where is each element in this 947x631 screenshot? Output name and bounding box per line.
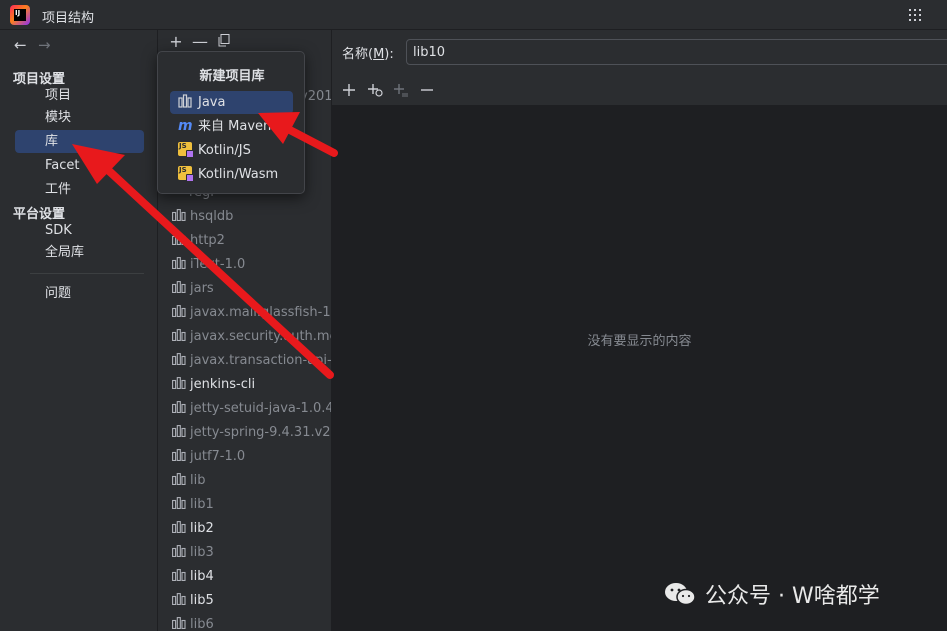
library-icon	[172, 329, 186, 341]
empty-state-message: 没有要显示的内容	[587, 334, 692, 349]
nav-divider	[30, 273, 144, 274]
library-icon	[172, 257, 186, 269]
library-list-item[interactable]: javax.transaction-api-1	[172, 349, 332, 373]
library-details-pane: 名称(M): 没有要显示的内容	[332, 30, 947, 631]
watermark: 公众号 · W啥都学	[662, 578, 880, 609]
library-icon	[172, 569, 186, 581]
library-name: http2	[190, 233, 225, 248]
settings-nav: ← → 项目设置 项目 模块 库 Facet 工件 平台设置 SDK 全局库 问题	[0, 30, 158, 631]
library-name: jutf7-1.0	[190, 449, 246, 464]
library-name: hsqldb	[190, 209, 234, 224]
nav-item-facets[interactable]: Facet	[15, 154, 144, 177]
library-icon	[172, 473, 186, 485]
popup-item-kotlin-js[interactable]: JS Kotlin/JS	[170, 139, 293, 162]
library-name: jetty-spring-9.4.31.v20	[190, 425, 332, 440]
library-icon	[172, 617, 186, 629]
library-list-item[interactable]: lib1	[172, 493, 214, 517]
library-name: javax.transaction-api-1	[190, 353, 332, 368]
library-name: lib6	[190, 617, 214, 631]
library-name: iText-1.0	[190, 257, 246, 272]
intellij-logo-icon: IJ	[10, 5, 30, 25]
library-name: lib	[190, 473, 206, 488]
library-icon	[172, 497, 186, 509]
nav-item-artifacts[interactable]: 工件	[15, 178, 144, 201]
library-list-item[interactable]: hsqldb	[172, 205, 233, 229]
library-icon	[172, 281, 186, 293]
library-name: lib4	[190, 569, 214, 584]
nav-item-sdk[interactable]: SDK	[15, 219, 144, 242]
add-classes-icon[interactable]	[362, 82, 388, 101]
library-name: jetty-setuid-java-1.0.4	[190, 401, 332, 416]
add-library-button[interactable]: +	[164, 32, 188, 51]
title-bar: IJ 项目结构	[0, 0, 947, 30]
library-list-item[interactable]: lib5	[172, 589, 214, 613]
arrow-left-icon[interactable]: ←	[14, 36, 34, 54]
window-menu-icon[interactable]	[909, 9, 921, 21]
library-name: lib2	[190, 521, 214, 536]
copy-icon[interactable]	[212, 32, 236, 51]
watermark-text: 公众号 · W啥都学	[705, 584, 880, 609]
add-root-button[interactable]	[336, 82, 362, 101]
remove-library-button[interactable]: —	[188, 32, 212, 51]
details-toolbar	[336, 82, 440, 102]
window-title: 项目结构	[42, 11, 95, 26]
new-project-library-popup: 新建项目库 Java m 来自 Maven JS Kotlin/JS JS Kotli…	[157, 51, 305, 194]
name-field-label: 名称(M):	[342, 47, 394, 62]
library-icon	[172, 233, 186, 245]
library-list-item[interactable]: http2	[172, 229, 225, 253]
details-header: 名称(M):	[332, 30, 947, 106]
popup-title: 新建项目库	[199, 69, 265, 84]
library-name: javax.mail.glassfish-1.4	[190, 305, 332, 320]
nav-item-libraries[interactable]: 库	[15, 130, 144, 153]
library-list-item[interactable]: lib	[172, 469, 205, 493]
library-name: javax.security.auth.me	[190, 329, 332, 344]
library-icon	[172, 377, 186, 389]
library-list-item[interactable]: lib6	[172, 613, 214, 631]
library-list-item[interactable]: javax.security.auth.me	[172, 325, 332, 349]
library-list-item[interactable]: lib3	[172, 541, 214, 565]
remove-root-button[interactable]	[414, 82, 440, 101]
library-icon	[172, 521, 186, 533]
nav-item-project[interactable]: 项目	[15, 84, 144, 107]
popup-item-java[interactable]: Java	[170, 91, 293, 114]
add-excluded-icon[interactable]	[388, 82, 414, 101]
library-name: jars	[190, 281, 214, 296]
library-list-item[interactable]: jetty-setuid-java-1.0.4	[172, 397, 332, 421]
library-name: lib1	[190, 497, 214, 512]
arrow-right-icon[interactable]: →	[38, 36, 58, 54]
library-icon	[172, 353, 186, 365]
library-list-item[interactable]: iText-1.0	[172, 253, 245, 277]
library-list-item[interactable]: jenkins-cli	[172, 373, 255, 397]
libraries-toolbar: + —	[164, 32, 236, 51]
library-name: lib5	[190, 593, 214, 608]
kotlin-wasm-icon: JS	[178, 166, 194, 182]
nav-item-problems[interactable]: 问题	[15, 282, 144, 305]
library-icon	[172, 305, 186, 317]
library-icon	[172, 593, 186, 605]
library-icon	[172, 209, 186, 221]
library-icon	[178, 94, 192, 108]
popup-item-maven[interactable]: m 来自 Maven	[170, 115, 293, 138]
wechat-icon	[665, 583, 696, 606]
library-icon	[172, 449, 186, 461]
library-list-item[interactable]: lib4	[172, 565, 214, 589]
maven-icon: m	[178, 118, 193, 134]
library-list-item[interactable]: jutf7-1.0	[172, 445, 245, 469]
library-list-item[interactable]: jetty-spring-9.4.31.v20	[172, 421, 332, 445]
popup-item-kotlin-wasm[interactable]: JS Kotlin/Wasm	[170, 163, 293, 186]
library-icon	[172, 545, 186, 557]
library-list-item[interactable]: jars	[172, 277, 214, 301]
library-name: lib3	[190, 545, 214, 560]
library-name-input[interactable]	[406, 39, 947, 65]
library-list-item[interactable]: lib2	[172, 517, 214, 541]
library-icon	[172, 401, 186, 413]
nav-item-global-libraries[interactable]: 全局库	[15, 241, 144, 264]
nav-item-modules[interactable]: 模块	[15, 106, 144, 129]
library-list-item[interactable]: javax.mail.glassfish-1.4	[172, 301, 332, 325]
kotlin-js-icon: JS	[178, 142, 194, 158]
library-name: jenkins-cli	[190, 377, 256, 392]
library-icon	[172, 425, 186, 437]
